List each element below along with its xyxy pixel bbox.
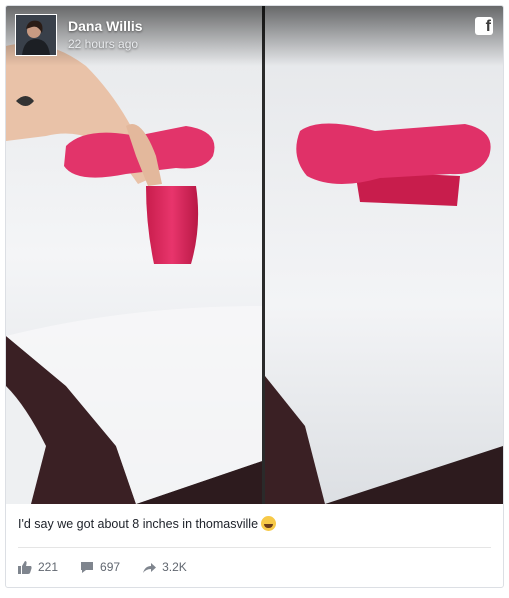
shares-count: 3.2K xyxy=(162,560,187,574)
facebook-icon[interactable]: f xyxy=(475,17,493,35)
tears-of-joy-emoji-icon xyxy=(261,516,277,531)
avatar[interactable] xyxy=(15,14,57,56)
engagement-bar: 221 697 3.2K xyxy=(18,560,187,574)
comments-count: 697 xyxy=(100,560,121,574)
thumbs-up-icon xyxy=(18,560,32,574)
post-caption: I'd say we got about 8 inches in thomasv… xyxy=(18,516,277,531)
post-header xyxy=(6,6,503,66)
photo-right[interactable] xyxy=(265,6,503,504)
caption-text: I'd say we got about 8 inches in thomasv… xyxy=(18,517,259,531)
post-media[interactable]: Dana Willis 22 hours ago f xyxy=(6,6,503,504)
share-arrow-icon xyxy=(143,562,157,573)
comment-icon xyxy=(81,561,94,573)
shares-button[interactable]: 3.2K xyxy=(142,560,187,574)
avatar-image xyxy=(16,15,56,55)
post-timestamp[interactable]: 22 hours ago xyxy=(68,37,138,51)
comments-button[interactable]: 697 xyxy=(80,560,120,574)
likes-button[interactable]: 221 xyxy=(18,560,58,574)
author-name[interactable]: Dana Willis xyxy=(68,18,143,34)
social-post-card: Dana Willis 22 hours ago f I'd say we go… xyxy=(5,5,504,588)
snow-photo-left xyxy=(6,6,262,504)
divider xyxy=(18,547,491,548)
snow-photo-right xyxy=(265,6,503,504)
likes-count: 221 xyxy=(38,560,59,574)
photo-left[interactable] xyxy=(6,6,262,504)
